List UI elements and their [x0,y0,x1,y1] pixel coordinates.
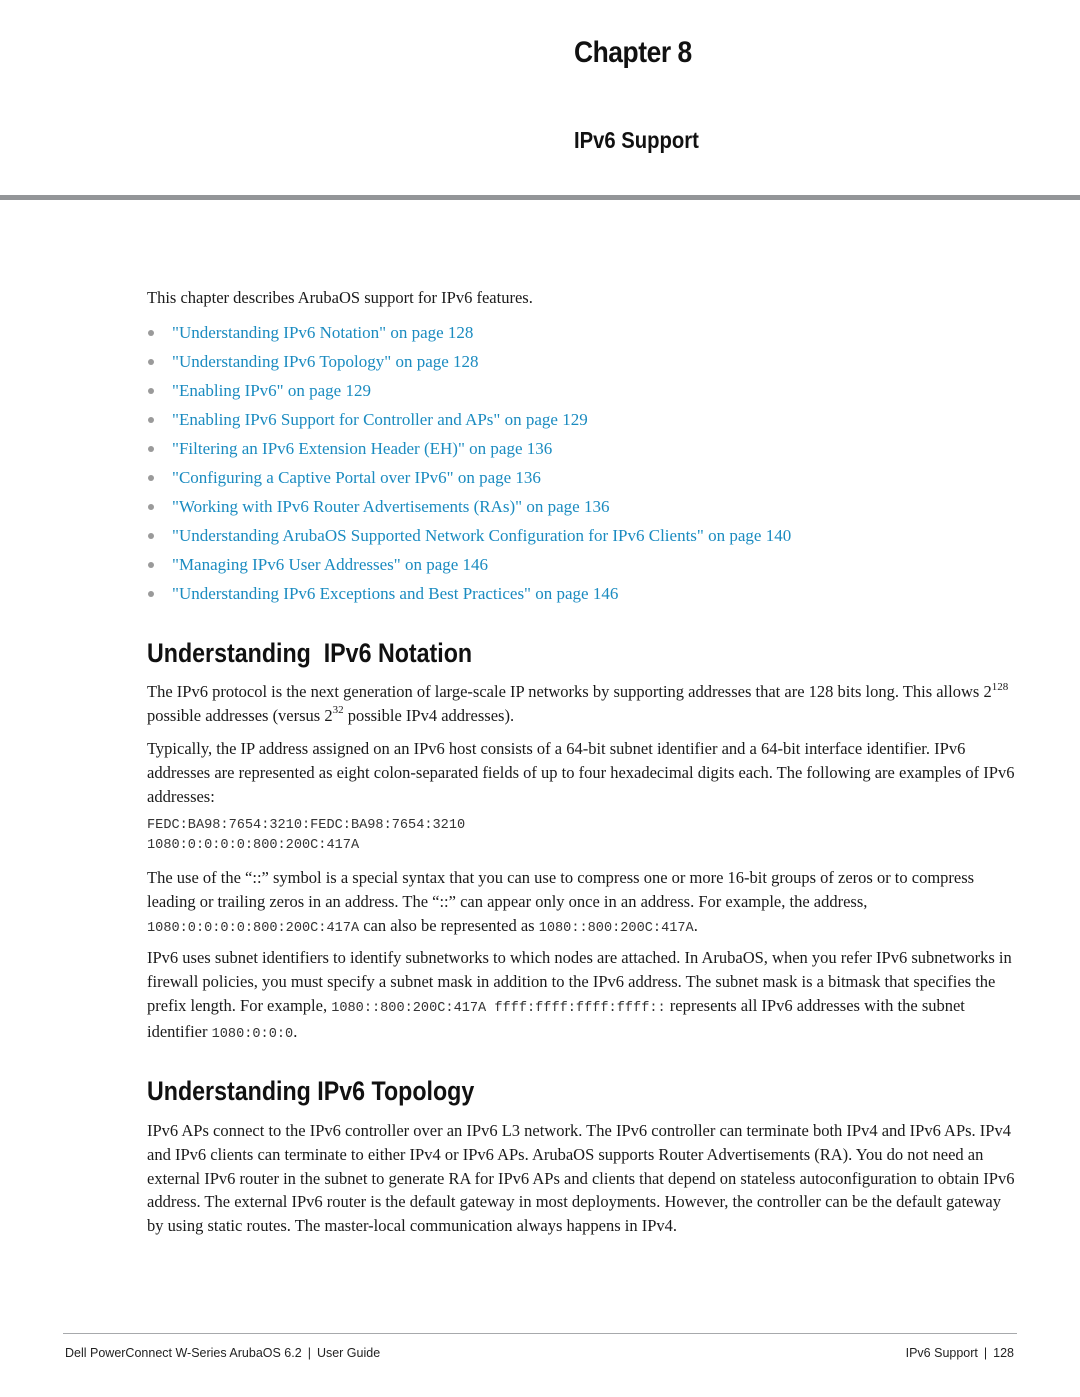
toc-item: "Enabling IPv6 Support for Controller an… [147,405,791,434]
header-divider [0,195,1080,200]
intro-paragraph: This chapter describes ArubaOS support f… [147,288,533,307]
ipv6-address-examples: FEDC:BA98:7654:3210:FEDC:BA98:7654:3210 … [147,816,465,856]
toc-link-understanding-notation[interactable]: "Understanding IPv6 Notation" on page 12… [172,323,473,343]
text-run: . [293,1022,298,1042]
toc-item: "Enabling IPv6" on page 129 [147,376,791,405]
section-heading-notation: Understanding IPv6 Notation [147,638,473,668]
inline-code: 1080:0:0:0 [211,1027,294,1043]
toc-item: "Managing IPv6 User Addresses" on page 1… [147,551,791,580]
text-run: The IPv6 protocol is the next generation… [147,682,992,701]
page-number: 128 [993,1346,1014,1360]
text-run: possible IPv4 addresses). [343,705,515,725]
notation-paragraph-2: Typically, the IP address assigned on an… [147,739,1015,806]
bullet-icon [148,562,154,569]
topology-paragraph-1: IPv6 APs connect to the IPv6 controller … [147,1121,1015,1236]
footer-guide: User Guide [316,1346,381,1360]
bullet-icon [148,504,154,511]
footer-product: Dell PowerConnect W-Series ArubaOS 6.2 [65,1346,302,1360]
bullet-icon [148,533,154,540]
chapter-toc-list: "Understanding IPv6 Notation" on page 12… [147,318,791,609]
toc-link-router-advertisements[interactable]: "Working with IPv6 Router Advertisements… [172,497,609,517]
notation-paragraph-3: The use of the “::” symbol is a special … [147,866,1015,940]
bullet-icon [148,475,154,482]
code-line: 1080:0:0:0:0:800:200C:417A [147,838,360,853]
footer-product-info: Dell PowerConnect W-Series ArubaOS 6.2 | U… [65,1346,380,1360]
text-run: . [693,915,698,935]
toc-link-enabling-ipv6[interactable]: "Enabling IPv6" on page 129 [172,381,371,401]
toc-link-exceptions-best-practices[interactable]: "Understanding IPv6 Exceptions and Best … [172,584,618,604]
inline-code: 1080::800:200C:417A ffff:ffff:ffff:ffff:… [331,1000,666,1016]
toc-link-understanding-topology[interactable]: "Understanding IPv6 Topology" on page 12… [172,352,479,372]
footer-separator: | [983,1346,988,1360]
superscript: 32 [332,704,344,717]
bullet-icon [148,416,154,423]
toc-item: "Working with IPv6 Router Advertisements… [147,493,791,522]
toc-link-enabling-controller-aps[interactable]: "Enabling IPv6 Support for Controller an… [172,410,588,430]
footer-section: IPv6 Support [905,1346,978,1360]
toc-link-filtering-eh[interactable]: "Filtering an IPv6 Extension Header (EH)… [172,439,552,459]
toc-item: "Understanding ArubaOS Supported Network… [147,522,791,551]
toc-item: "Understanding IPv6 Exceptions and Best … [147,580,791,609]
bullet-icon [148,591,154,598]
toc-link-user-addresses[interactable]: "Managing IPv6 User Addresses" on page 1… [172,555,488,575]
notation-paragraph-1: The IPv6 protocol is the next generation… [147,680,1015,728]
toc-item: "Understanding IPv6 Topology" on page 12… [147,347,791,376]
bullet-icon [148,329,154,336]
footer-page-info: IPv6 Support | 128 [906,1346,1014,1360]
notation-paragraph-4: IPv6 uses subnet identifiers to identify… [147,946,1015,1047]
chapter-label: Chapter 8 [574,36,692,69]
toc-item: "Configuring a Captive Portal over IPv6"… [147,463,791,492]
text-run: can also be represented as [359,915,539,935]
footer-divider [63,1333,1017,1334]
code-line: FEDC:BA98:7654:3210:FEDC:BA98:7654:3210 [147,818,466,833]
text-run: The use of the “::” symbol is a special … [147,868,975,911]
inline-code: 1080:0:0:0:0:800:200C:417A [147,920,360,936]
inline-code: 1080::800:200C:417A [538,920,694,936]
footer-separator: | [307,1346,311,1360]
toc-link-captive-portal[interactable]: "Configuring a Captive Portal over IPv6"… [172,468,541,488]
toc-link-network-configuration[interactable]: "Understanding ArubaOS Supported Network… [172,526,791,546]
section-heading-topology: Understanding IPv6 Topology [147,1076,475,1106]
bullet-icon [148,358,154,365]
superscript: 128 [991,680,1009,693]
bullet-icon [148,387,154,394]
toc-item: "Understanding IPv6 Notation" on page 12… [147,318,791,347]
text-run: possible addresses (versus 2 [147,705,333,725]
chapter-title: IPv6 Support [574,127,699,153]
toc-item: "Filtering an IPv6 Extension Header (EH)… [147,434,791,463]
bullet-icon [148,445,154,452]
